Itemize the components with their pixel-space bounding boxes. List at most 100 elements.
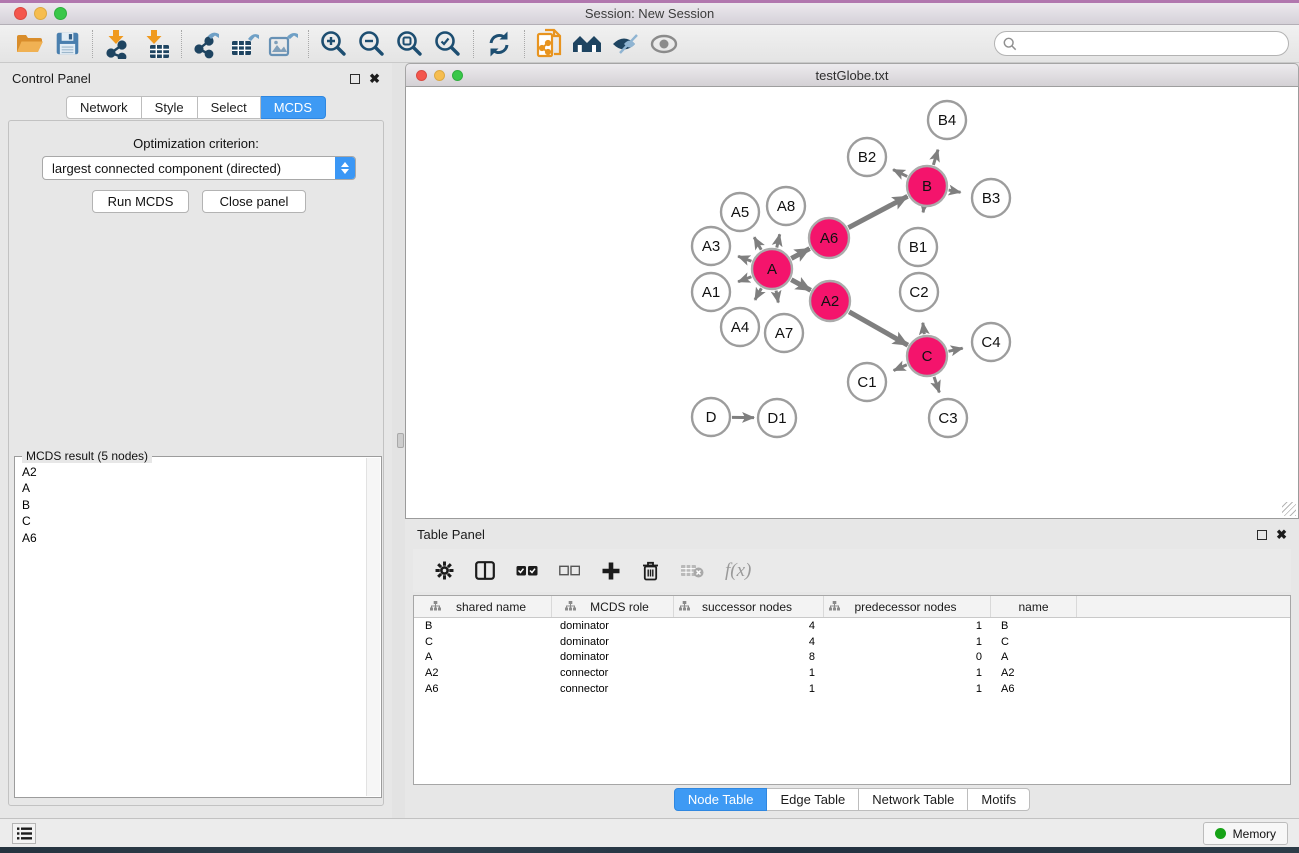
- graph-node-A1[interactable]: A1: [692, 273, 730, 311]
- split-columns-icon[interactable]: [475, 561, 495, 580]
- table-row[interactable]: Bdominator41B: [414, 618, 1290, 634]
- edge-C-C4[interactable]: [948, 348, 962, 351]
- table-cell[interactable]: 4: [674, 636, 824, 648]
- zoom-fit-icon[interactable]: [391, 28, 429, 60]
- mcds-result-item[interactable]: C: [22, 513, 365, 529]
- graph-node-C[interactable]: C: [907, 336, 947, 376]
- show-hide-panels-icon[interactable]: [645, 28, 683, 60]
- duplicate-network-icon[interactable]: [531, 28, 569, 60]
- float-panel-icon[interactable]: [350, 74, 360, 84]
- table-cell[interactable]: C: [414, 636, 552, 648]
- column-header-name[interactable]: name: [991, 596, 1077, 617]
- table-cell[interactable]: 1: [824, 636, 991, 648]
- graph-node-B2[interactable]: B2: [848, 138, 886, 176]
- zoom-in-icon[interactable]: [315, 28, 353, 60]
- table-cell[interactable]: connector: [552, 667, 674, 679]
- tab-network-table[interactable]: Network Table: [859, 788, 968, 811]
- mcds-result-item[interactable]: A2: [22, 464, 365, 480]
- edge-A-A2[interactable]: [791, 280, 810, 291]
- column-header-MCDS-role[interactable]: MCDS role: [552, 596, 674, 617]
- table-cell[interactable]: 1: [824, 683, 991, 695]
- graph-node-C2[interactable]: C2: [900, 273, 938, 311]
- tab-motifs[interactable]: Motifs: [968, 788, 1030, 811]
- edge-C-C2[interactable]: [923, 323, 924, 334]
- delete-icon[interactable]: [642, 561, 659, 581]
- edge-A6-B[interactable]: [848, 196, 907, 227]
- column-header-shared-name[interactable]: shared name: [414, 596, 552, 617]
- table-cell[interactable]: A6: [991, 683, 1077, 695]
- graph-node-A7[interactable]: A7: [765, 314, 803, 352]
- graph-node-C3[interactable]: C3: [929, 399, 967, 437]
- edge-B-B2[interactable]: [893, 170, 907, 177]
- import-network-icon[interactable]: [99, 28, 137, 60]
- close-panel-icon[interactable]: ✖: [369, 74, 380, 84]
- table-row[interactable]: A2connector11A2: [414, 665, 1290, 681]
- table-cell[interactable]: A2: [991, 667, 1077, 679]
- table-cell[interactable]: dominator: [552, 620, 674, 632]
- tab-node-table[interactable]: Node Table: [674, 788, 768, 811]
- table-row[interactable]: Adominator80A: [414, 649, 1290, 665]
- toggle-graphics-details-icon[interactable]: [607, 28, 645, 60]
- mcds-result-item[interactable]: A: [22, 480, 365, 496]
- tab-select[interactable]: Select: [198, 96, 261, 119]
- graph-node-D1[interactable]: D1: [758, 399, 796, 437]
- table-cell[interactable]: B: [414, 620, 552, 632]
- table-cell[interactable]: connector: [552, 683, 674, 695]
- tab-network[interactable]: Network: [66, 96, 142, 119]
- table-cell[interactable]: A: [414, 651, 552, 663]
- graph-node-B[interactable]: B: [907, 166, 947, 206]
- mcds-result-item[interactable]: A6: [22, 530, 365, 546]
- criterion-dropdown[interactable]: largest connected component (directed): [42, 156, 356, 180]
- graph-node-A2[interactable]: A2: [810, 281, 850, 321]
- table-cell[interactable]: dominator: [552, 636, 674, 648]
- edge-A-A3[interactable]: [738, 256, 751, 261]
- table-cell[interactable]: dominator: [552, 651, 674, 663]
- table-cell[interactable]: A6: [414, 683, 552, 695]
- save-session-icon[interactable]: [48, 28, 86, 60]
- refresh-view-icon[interactable]: [480, 28, 518, 60]
- table-cell[interactable]: 8: [674, 651, 824, 663]
- tab-edge-table[interactable]: Edge Table: [767, 788, 859, 811]
- search-input[interactable]: [1023, 37, 1273, 51]
- graph-node-B3[interactable]: B3: [972, 179, 1010, 217]
- window-resize-grip[interactable]: [1282, 502, 1296, 516]
- table-row[interactable]: Cdominator41C: [414, 634, 1290, 650]
- tab-style[interactable]: Style: [142, 96, 198, 119]
- edge-C-C1[interactable]: [894, 365, 907, 371]
- edge-A-A1[interactable]: [738, 277, 751, 282]
- close-panel-button[interactable]: Close panel: [202, 190, 306, 213]
- table-cell[interactable]: 1: [824, 620, 991, 632]
- zoom-selected-icon[interactable]: [429, 28, 467, 60]
- edge-A-A4[interactable]: [755, 288, 761, 300]
- import-table-icon[interactable]: [137, 28, 175, 60]
- table-cell[interactable]: 4: [674, 620, 824, 632]
- edge-A2-C[interactable]: [849, 312, 908, 345]
- edge-B-B3[interactable]: [949, 190, 961, 192]
- table-cell[interactable]: A2: [414, 667, 552, 679]
- close-table-panel-icon[interactable]: ✖: [1276, 530, 1287, 540]
- edge-A-A8[interactable]: [777, 234, 780, 247]
- edge-A-A6[interactable]: [791, 249, 809, 259]
- edge-B-B1[interactable]: [923, 208, 924, 213]
- float-table-panel-icon[interactable]: [1257, 530, 1267, 540]
- table-cell[interactable]: C: [991, 636, 1077, 648]
- graph-node-A6[interactable]: A6: [809, 218, 849, 258]
- deselect-all-icon[interactable]: [559, 565, 580, 577]
- memory-button[interactable]: Memory: [1203, 822, 1288, 845]
- table-cell[interactable]: A: [991, 651, 1077, 663]
- graph-node-D[interactable]: D: [692, 398, 730, 436]
- export-network-icon[interactable]: [188, 28, 226, 60]
- graph-node-A3[interactable]: A3: [692, 227, 730, 265]
- vertical-splitter-grip[interactable]: [397, 433, 404, 448]
- export-table-icon[interactable]: [226, 28, 264, 60]
- graph-node-B1[interactable]: B1: [899, 228, 937, 266]
- graph-node-C1[interactable]: C1: [848, 363, 886, 401]
- graph-node-A8[interactable]: A8: [767, 187, 805, 225]
- network-canvas[interactable]: B4B2BB3A8A5A6A3B1AA1C2A2A4A7C4CC1DD1C3: [405, 87, 1299, 519]
- table-row[interactable]: A6connector11A6: [414, 681, 1290, 697]
- graph-node-A5[interactable]: A5: [721, 193, 759, 231]
- mcds-result-scrollbar[interactable]: [366, 458, 380, 796]
- edge-C-C3[interactable]: [934, 377, 939, 393]
- column-header-successor-nodes[interactable]: successor nodes: [674, 596, 824, 617]
- table-cell[interactable]: 1: [674, 667, 824, 679]
